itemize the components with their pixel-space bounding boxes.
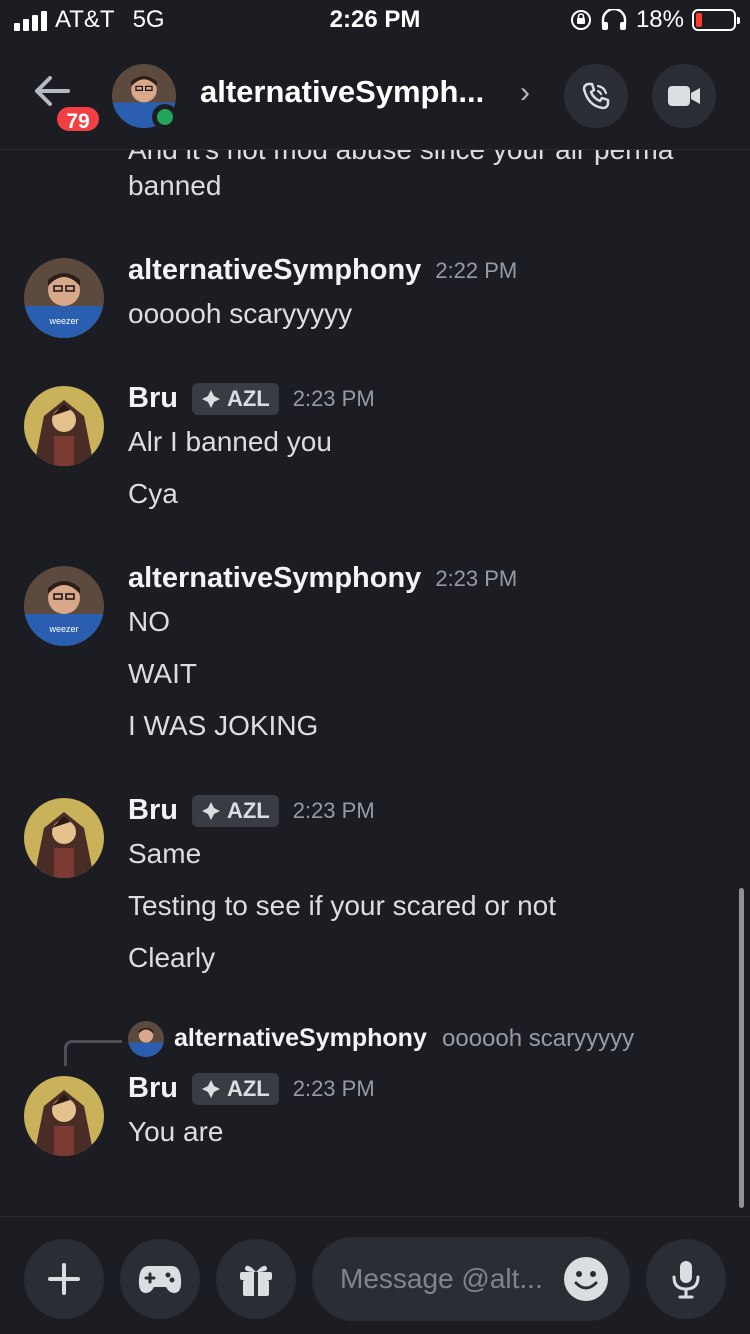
battery-percent: 18% [635, 6, 684, 33]
diamond-tag-icon [201, 801, 220, 820]
message-composer [0, 1216, 750, 1334]
message-text: WAIT [128, 658, 197, 689]
chevron-right-icon[interactable]: › [520, 76, 530, 110]
message-text: NO [128, 606, 170, 637]
message-list[interactable]: And it's not mod abuse since your alr pe… [0, 150, 750, 1216]
attach-button[interactable] [24, 1239, 104, 1319]
timestamp: 2:23 PM [292, 385, 375, 411]
dm-title[interactable]: alternativeSymph... [200, 74, 484, 110]
svg-text:weezer: weezer [48, 316, 78, 326]
microphone-icon [672, 1261, 700, 1299]
avatar[interactable] [24, 386, 104, 466]
activities-button[interactable] [120, 1239, 200, 1319]
emoji-icon [574, 1271, 598, 1290]
avatar[interactable] [24, 1076, 104, 1156]
avatar[interactable]: weezer [24, 566, 104, 646]
unread-badge: 79 [54, 104, 102, 134]
diamond-tag-icon [201, 389, 220, 408]
battery-icon [692, 9, 740, 31]
online-status-indicator [152, 104, 178, 130]
arrow-left-icon [35, 76, 70, 106]
video-camera-icon [668, 86, 700, 106]
username[interactable]: Bru [128, 382, 178, 415]
reply-author: alternativeSymphony [174, 1024, 427, 1052]
timestamp: 2:22 PM [435, 257, 518, 283]
message-text: Clearly [128, 942, 216, 973]
gamepad-icon [138, 1266, 182, 1293]
avatar[interactable] [24, 798, 104, 878]
message-text: oooooh scaryyyyy [128, 298, 353, 329]
timestamp: 2:23 PM [292, 797, 375, 823]
server-tag[interactable]: AZL [191, 382, 279, 415]
diamond-tag-icon [201, 1079, 220, 1098]
gift-icon [240, 1265, 272, 1296]
username[interactable]: alternativeSymphony [128, 254, 421, 287]
message-text: Testing to see if your scared or not [128, 890, 556, 921]
server-tag[interactable]: AZL [191, 1072, 279, 1105]
headphones-icon [601, 9, 627, 30]
reply-connector [64, 1040, 122, 1066]
message-text: I WAS JOKING [128, 710, 319, 741]
username[interactable]: Bru [128, 794, 178, 827]
username[interactable]: Bru [128, 1072, 178, 1105]
orientation-lock-icon [570, 10, 591, 30]
plus-icon [48, 1263, 80, 1295]
voice-call-button[interactable] [564, 64, 628, 128]
phone-call-icon [582, 82, 610, 110]
timestamp: 2:23 PM [292, 1075, 375, 1101]
username[interactable]: alternativeSymphony [128, 562, 421, 595]
emoji-button[interactable] [564, 1257, 608, 1301]
avatar[interactable]: weezer [24, 258, 104, 338]
message-text: Same [128, 838, 202, 869]
reply-reference[interactable]: alternativeSymphony oooooh scaryyyyy [64, 1018, 724, 1068]
message-input-wrapper [312, 1237, 630, 1321]
scrollbar[interactable] [739, 888, 744, 1208]
gift-button[interactable] [216, 1239, 296, 1319]
message-text: Cya [128, 478, 178, 509]
video-call-button[interactable] [652, 64, 716, 128]
reply-snippet: oooooh scaryyyyy [442, 1025, 635, 1052]
message-text: Alr I banned you [128, 426, 332, 457]
reply-avatar [128, 1021, 164, 1057]
svg-text:weezer: weezer [48, 624, 78, 634]
voice-message-button[interactable] [646, 1239, 726, 1319]
message-input[interactable] [340, 1237, 560, 1321]
message-text: banned [128, 170, 222, 201]
chat-header: 79 alternativeSymph... › [0, 44, 750, 150]
message-text: And it's not mod abuse since your alr pe… [128, 150, 673, 166]
message-text: You are [128, 1116, 224, 1147]
server-tag[interactable]: AZL [191, 794, 279, 827]
status-bar: AT&T 5G 2:26 PM 18% [0, 0, 750, 44]
timestamp: 2:23 PM [435, 565, 518, 591]
